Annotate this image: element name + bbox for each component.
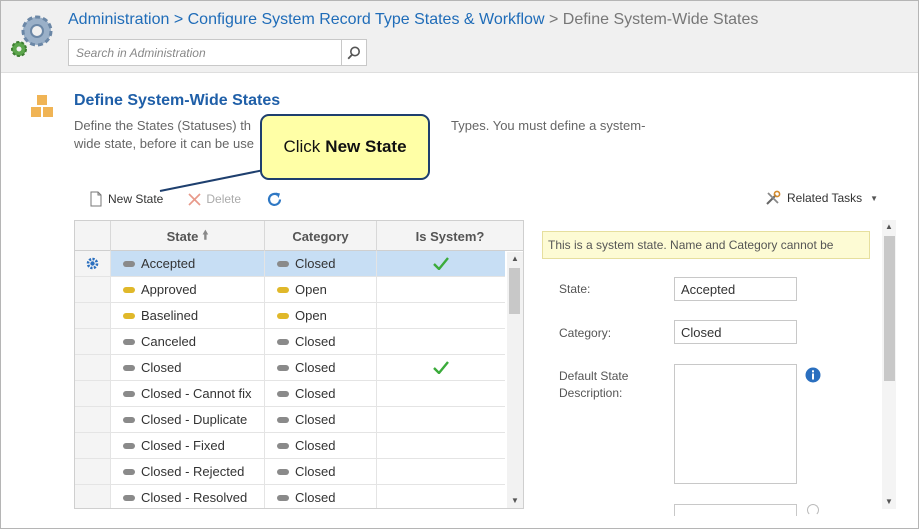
window-frame: Administration > Configure System Record… [0,0,919,529]
instruction-callout: Click New State [260,114,430,180]
callout-prefix: Click [283,137,321,156]
callout-bold-text: New State [325,137,407,156]
callout-pointer [159,168,270,192]
